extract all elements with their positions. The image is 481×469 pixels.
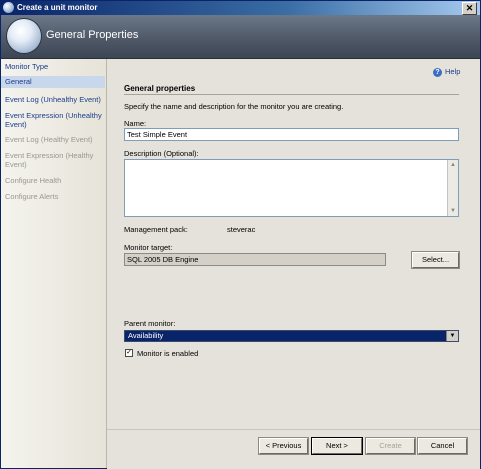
title-bar: Create a unit monitor ✕ — [1, 1, 480, 15]
previous-button[interactable]: < Previous — [259, 438, 308, 454]
close-icon[interactable]: ✕ — [462, 2, 477, 15]
wizard-orb-icon — [7, 19, 41, 53]
instructions-text: Specify the name and description for the… — [124, 102, 344, 111]
sidebar-item-configure-alerts: Configure Alerts — [5, 192, 59, 201]
sidebar-item-event-log-unhealthy[interactable]: Event Log (Unhealthy Event) — [5, 95, 103, 104]
chevron-down-icon[interactable]: ▼ — [446, 331, 458, 341]
monitor-target-field: SQL 2005 DB Engine — [124, 253, 386, 266]
create-unit-monitor-window: Create a unit monitor ✕ General Properti… — [0, 0, 481, 469]
header-banner: General Properties — [1, 15, 480, 59]
description-label: Description (Optional): — [124, 149, 199, 158]
section-title: General properties — [124, 84, 196, 93]
management-pack-value: steverac — [227, 225, 256, 234]
description-scrollbar[interactable]: ▲ ▼ — [447, 160, 458, 216]
help-label: Help — [445, 67, 461, 76]
wizard-steps-sidebar: Monitor Type General Event Log (Unhealth… — [1, 59, 107, 468]
scroll-down-icon[interactable]: ▼ — [448, 206, 458, 216]
parent-monitor-label: Parent monitor: — [124, 319, 176, 328]
parent-monitor-value: Availability — [128, 331, 164, 340]
management-pack-label: Management pack: — [124, 225, 188, 234]
page-title: General Properties — [46, 29, 139, 41]
select-target-button[interactable]: Select... — [412, 252, 459, 268]
section-divider — [124, 94, 459, 95]
sidebar-item-general[interactable]: General — [1, 76, 105, 88]
monitor-enabled-label: Monitor is enabled — [137, 349, 199, 358]
monitor-enabled-checkbox[interactable]: ✓ — [125, 349, 133, 357]
name-label: Name: — [124, 119, 147, 128]
sidebar-item-event-expression-unhealthy[interactable]: Event Expression (Unhealthy Event) — [5, 111, 103, 129]
window-title: Create a unit monitor — [17, 3, 98, 12]
description-field[interactable]: ▲ ▼ — [124, 159, 459, 217]
next-button[interactable]: Next > — [312, 438, 362, 454]
sidebar-item-event-log-healthy: Event Log (Healthy Event) — [5, 135, 93, 144]
monitor-target-label: Monitor target: — [124, 243, 173, 252]
create-button: Create — [366, 438, 415, 454]
app-icon — [3, 2, 14, 13]
sidebar-item-event-expression-healthy: Event Expression (Healthy Event) — [5, 151, 94, 169]
name-field[interactable]: Test Simple Event — [124, 128, 459, 141]
parent-monitor-select[interactable]: Availability ▼ — [124, 330, 459, 342]
help-link[interactable]: ? Help — [433, 67, 460, 77]
scroll-up-icon[interactable]: ▲ — [448, 160, 458, 170]
general-properties-panel: ? Help General properties Specify the nam… — [107, 59, 480, 429]
wizard-footer: < Previous Next > Create Cancel — [107, 429, 480, 469]
sidebar-item-configure-health: Configure Health — [5, 176, 62, 185]
sidebar-item-monitor-type[interactable]: Monitor Type — [5, 62, 103, 71]
help-icon: ? — [433, 67, 442, 77]
cancel-button[interactable]: Cancel — [418, 438, 467, 454]
